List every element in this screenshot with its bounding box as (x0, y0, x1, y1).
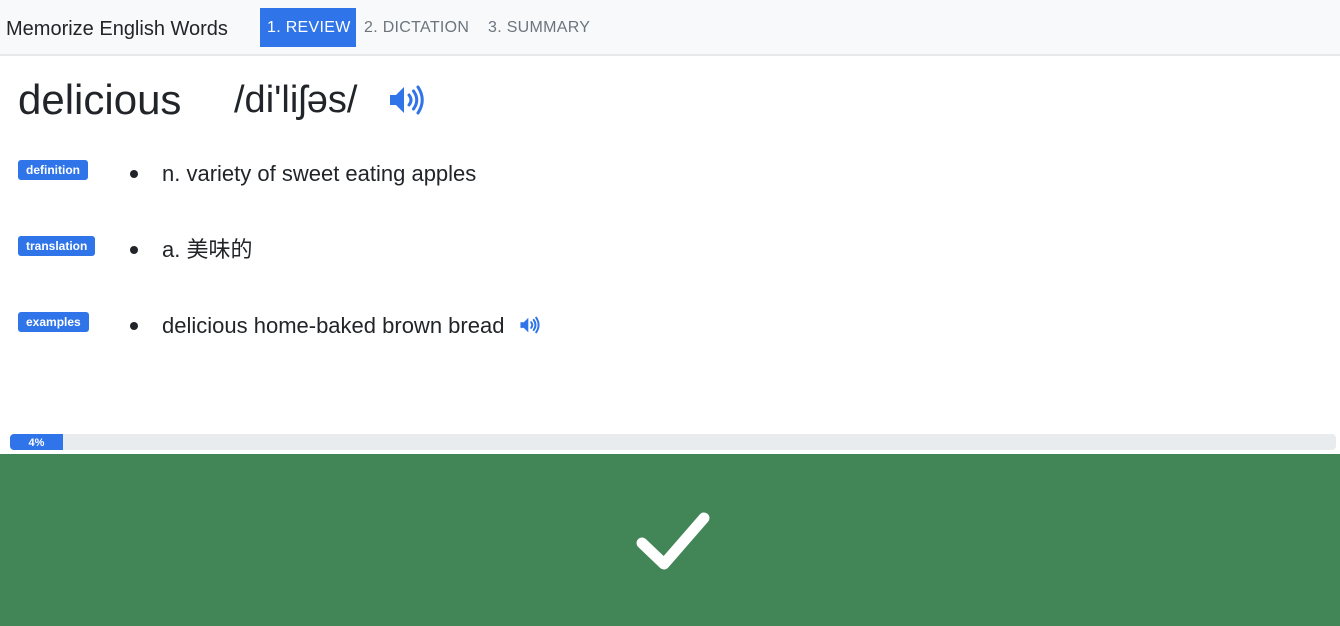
example-item: delicious home-baked brown bread (162, 311, 541, 341)
top-navbar: Memorize English Words 1. REVIEW 2. DICT… (0, 0, 1340, 56)
definition-badge: definition (18, 160, 88, 180)
volume-icon[interactable] (519, 316, 541, 334)
progress-fill: 4% (10, 434, 63, 450)
checkmark-icon (636, 512, 710, 570)
bullet (130, 322, 138, 330)
bullet (130, 246, 138, 254)
tab-dictation[interactable]: 2. DICTATION (357, 8, 476, 47)
example-text: delicious home-baked brown bread (162, 313, 505, 338)
word-title: delicious (18, 76, 182, 123)
examples-badge: examples (18, 312, 89, 332)
bullet (130, 170, 138, 178)
tab-summary[interactable]: 3. SUMMARY (481, 8, 597, 47)
word-phonetic: /di'liʃəs/ (234, 79, 358, 121)
app-title: Memorize English Words (6, 18, 228, 40)
translation-badge: translation (18, 236, 96, 256)
volume-icon[interactable] (388, 84, 426, 116)
progress-bar: 4% (10, 434, 1336, 450)
translation-text: a. 美味的 (162, 237, 253, 262)
definition-text: n. variety of sweet eating apples (162, 161, 477, 186)
tab-review[interactable]: 1. REVIEW (260, 8, 356, 47)
